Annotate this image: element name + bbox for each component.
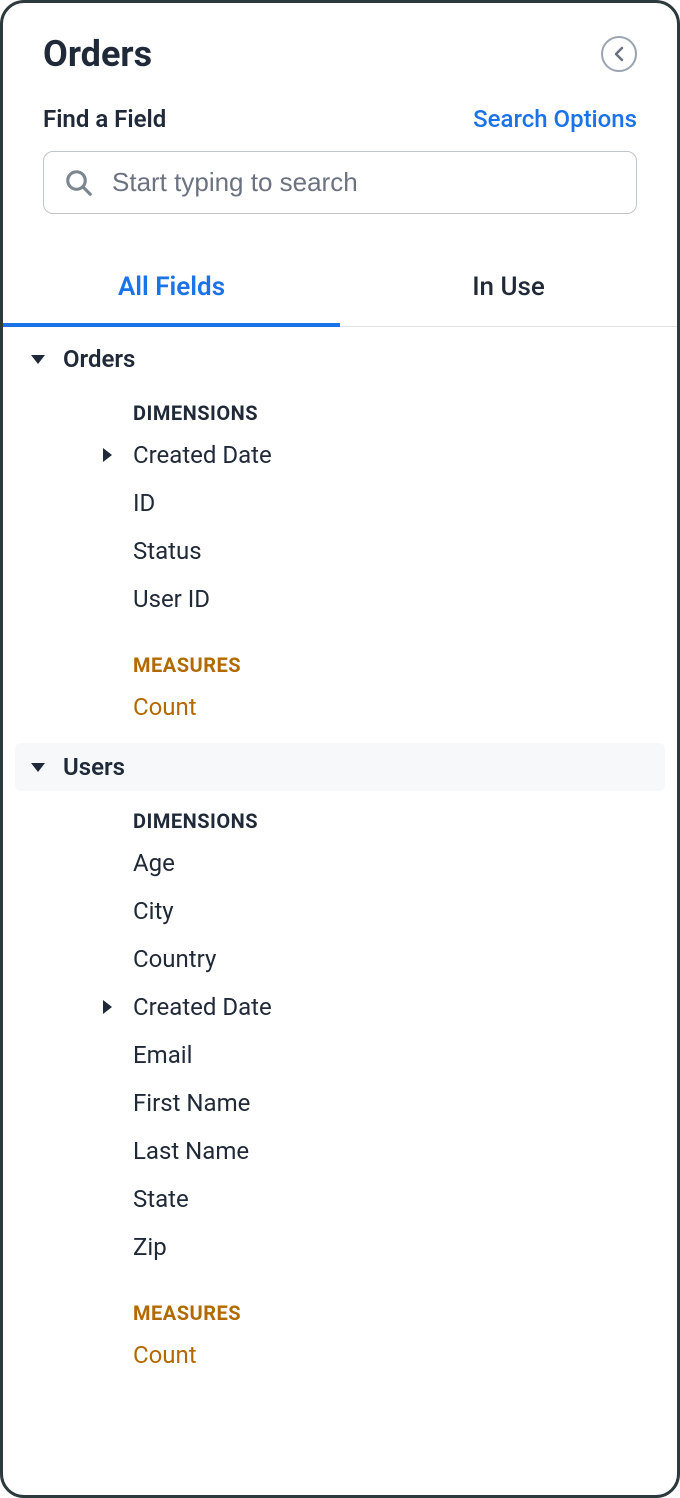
- search-section: Find a Field Search Options: [3, 85, 677, 214]
- caret-right-icon: [103, 448, 112, 462]
- measures-label: MEASURES: [3, 1271, 677, 1331]
- field-label: City: [133, 897, 174, 925]
- caret-right-icon: [103, 1000, 112, 1014]
- dimension-field[interactable]: Status: [3, 527, 677, 575]
- dimension-field[interactable]: Age: [3, 839, 677, 887]
- measure-field[interactable]: Count: [3, 683, 677, 731]
- chevron-left-icon: [612, 46, 626, 62]
- dimension-field[interactable]: Created Date: [3, 983, 677, 1031]
- dimensions-label: DIMENSIONS: [3, 383, 677, 431]
- field-picker-panel: Orders Find a Field Search Options All F…: [0, 0, 680, 1498]
- measures-label: MEASURES: [3, 623, 677, 683]
- search-labels-row: Find a Field Search Options: [43, 105, 637, 133]
- panel-title: Orders: [43, 33, 152, 75]
- field-label: Count: [133, 693, 197, 721]
- dimension-field[interactable]: Country: [3, 935, 677, 983]
- dimension-field[interactable]: Last Name: [3, 1127, 677, 1175]
- dimension-field[interactable]: First Name: [3, 1079, 677, 1127]
- field-list: Orders DIMENSIONS Created Date ID Status User…: [3, 335, 677, 1379]
- caret-down-icon: [31, 763, 45, 772]
- panel-header: Orders: [3, 3, 677, 85]
- view-name: Users: [63, 753, 125, 781]
- collapse-panel-button[interactable]: [601, 36, 637, 72]
- field-label: Zip: [133, 1233, 167, 1261]
- expand-slot: [97, 448, 117, 462]
- field-label: Country: [133, 945, 216, 973]
- dimension-field[interactable]: Created Date: [3, 431, 677, 479]
- search-icon: [64, 168, 94, 198]
- field-label: ID: [133, 489, 155, 517]
- field-label: User ID: [133, 585, 210, 613]
- search-input[interactable]: [110, 166, 616, 199]
- dimension-field[interactable]: ID: [3, 479, 677, 527]
- field-label: Created Date: [133, 441, 272, 469]
- dimensions-label: DIMENSIONS: [3, 791, 677, 839]
- measure-field[interactable]: Count: [3, 1331, 677, 1379]
- caret-down-icon: [31, 355, 45, 364]
- dimension-field[interactable]: Zip: [3, 1223, 677, 1271]
- view-header[interactable]: Orders: [3, 335, 677, 383]
- field-label: Count: [133, 1341, 197, 1369]
- tab-all-fields[interactable]: All Fields: [3, 254, 340, 326]
- dimension-field[interactable]: User ID: [3, 575, 677, 623]
- field-label: Created Date: [133, 993, 272, 1021]
- find-field-label: Find a Field: [43, 105, 166, 133]
- search-box[interactable]: [43, 151, 637, 214]
- field-label: First Name: [133, 1089, 250, 1117]
- field-label: Age: [133, 849, 175, 877]
- view-header[interactable]: Users: [15, 743, 665, 791]
- search-options-link[interactable]: Search Options: [473, 105, 637, 133]
- expand-slot: [97, 1000, 117, 1014]
- field-label: Status: [133, 537, 202, 565]
- field-label: State: [133, 1185, 189, 1213]
- field-label: Last Name: [133, 1137, 249, 1165]
- view-name: Orders: [63, 345, 135, 373]
- dimension-field[interactable]: State: [3, 1175, 677, 1223]
- tab-in-use[interactable]: In Use: [340, 254, 677, 326]
- dimension-field[interactable]: City: [3, 887, 677, 935]
- tabs: All Fields In Use: [3, 254, 677, 327]
- dimension-field[interactable]: Email: [3, 1031, 677, 1079]
- field-label: Email: [133, 1041, 192, 1069]
